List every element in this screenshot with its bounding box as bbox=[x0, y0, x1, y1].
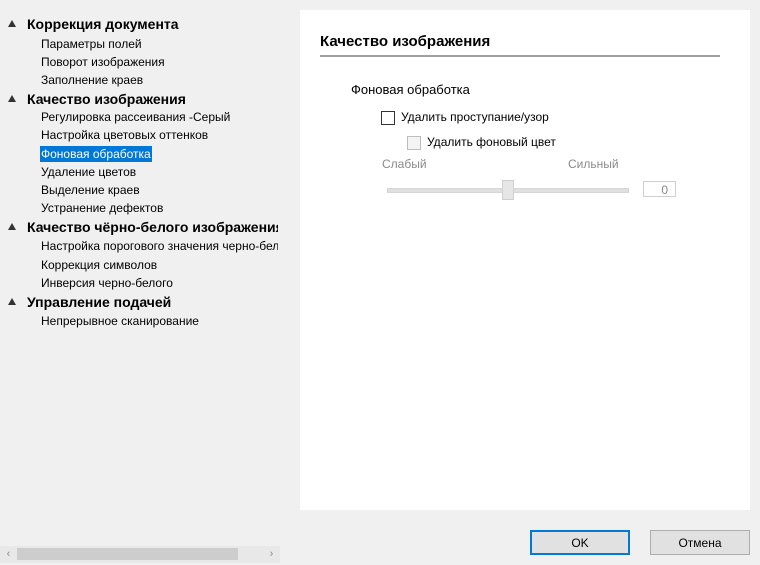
title-divider bbox=[320, 55, 720, 57]
tree-item-background-processing[interactable]: Фоновая обработка bbox=[40, 146, 152, 162]
tree-group-label: Управление подачей bbox=[27, 294, 172, 310]
slider-max-label: Сильный bbox=[568, 157, 619, 171]
tree-group-label: Качество изображения bbox=[27, 91, 186, 107]
strength-value-text: 0 bbox=[661, 183, 668, 197]
tree-item-character-correction[interactable]: Коррекция символов bbox=[40, 257, 158, 273]
tree-item-margins[interactable]: Параметры полей bbox=[40, 36, 143, 52]
panel-title: Качество изображения bbox=[320, 33, 491, 50]
tree-group-label: Качество чёрно-белого изображения bbox=[27, 219, 278, 235]
tree-horizontal-scrollbar[interactable]: ‹ › bbox=[0, 546, 280, 563]
ok-button[interactable]: OK bbox=[530, 530, 630, 555]
cancel-button[interactable]: Отмена bbox=[650, 530, 750, 555]
settings-panel: Качество изображения Фоновая обработка У… bbox=[300, 10, 750, 510]
section-label: Фоновая обработка bbox=[351, 82, 470, 97]
strength-value-field[interactable]: 0 bbox=[643, 181, 676, 197]
tree-item-continuous-scan[interactable]: Непрерывное сканирование bbox=[40, 313, 200, 329]
tree-item-color-dropout[interactable]: Удаление цветов bbox=[40, 164, 137, 180]
checkbox-label: Удалить фоновый цвет bbox=[427, 135, 556, 149]
scroll-left-icon[interactable]: ‹ bbox=[0, 546, 17, 563]
collapse-arrow-icon[interactable] bbox=[8, 95, 16, 102]
tree-item-edge-fill[interactable]: Заполнение краев bbox=[40, 72, 144, 88]
tree-item-bw-inversion[interactable]: Инверсия черно-белого bbox=[40, 275, 174, 291]
tree-item-rotation[interactable]: Поворот изображения bbox=[40, 54, 166, 70]
tree-item-bw-threshold[interactable]: Настройка порогового значения черно-бело… bbox=[40, 238, 278, 254]
tree-item-diffusion-gray[interactable]: Регулировка рассеивания -Серый bbox=[40, 109, 231, 125]
checkbox-label: Удалить проступание/узор bbox=[401, 110, 549, 124]
slider-min-label: Слабый bbox=[382, 157, 427, 171]
collapse-arrow-icon[interactable] bbox=[8, 298, 16, 305]
collapse-arrow-icon[interactable] bbox=[8, 223, 16, 230]
scroll-right-icon[interactable]: › bbox=[263, 546, 280, 563]
tree-group-label: Коррекция документа bbox=[27, 16, 179, 32]
strength-slider-thumb[interactable] bbox=[502, 180, 514, 200]
tree-item-defect-removal[interactable]: Устранение дефектов bbox=[40, 200, 164, 216]
tree-item-edge-emphasis[interactable]: Выделение краев bbox=[40, 182, 141, 198]
collapse-arrow-icon[interactable] bbox=[8, 20, 16, 27]
tree-item-color-tone[interactable]: Настройка цветовых оттенков bbox=[40, 127, 209, 143]
checkbox-box[interactable] bbox=[381, 111, 395, 125]
settings-tree: Коррекция документа Параметры полей Пово… bbox=[0, 0, 278, 540]
checkbox-box[interactable] bbox=[407, 136, 421, 150]
scrollbar-thumb[interactable] bbox=[17, 548, 238, 560]
